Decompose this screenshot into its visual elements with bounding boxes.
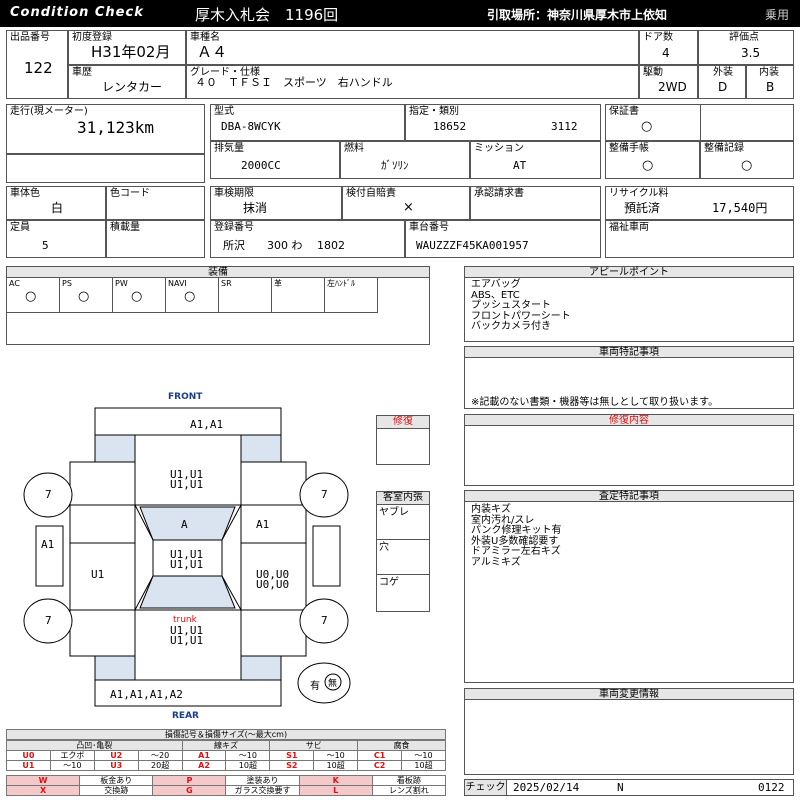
legend-group-scratch: 線キズ xyxy=(181,740,271,751)
legend-key: P xyxy=(152,775,227,786)
legend-group-rust: サビ xyxy=(269,740,359,751)
legend-value: 20超 xyxy=(137,760,183,771)
legend-value: 10超 xyxy=(225,760,271,771)
wheel-front-left: 7 xyxy=(45,488,52,501)
legend-key: C2 xyxy=(357,760,403,771)
wheel-front-right: 7 xyxy=(321,488,328,501)
legend-key: U1 xyxy=(6,760,51,771)
legend-key: S1 xyxy=(269,750,315,761)
roof-damage: U1,U1 U1,U1 xyxy=(170,548,204,571)
legend-value: 〜10 xyxy=(313,750,359,761)
spare-tire-label: 有 xyxy=(310,681,320,692)
legend-key: S2 xyxy=(269,760,315,771)
legend-key: U3 xyxy=(93,760,139,771)
legend-value: 10超 xyxy=(401,760,446,771)
hood-damage: U1,U1 U1,U1 xyxy=(170,468,204,491)
legend-value: 塗装あり xyxy=(225,775,300,786)
legend-key: W xyxy=(5,775,81,786)
legend-value: 〜10 xyxy=(401,750,446,761)
legend-key: C1 xyxy=(357,750,403,761)
left-side-damage: U1 xyxy=(91,568,105,581)
front-bumper-damage: A1,A1 xyxy=(190,418,224,431)
legend-key: X xyxy=(5,785,81,796)
legend-key: U2 xyxy=(93,750,139,761)
wheel-rear-right: 7 xyxy=(321,614,328,627)
spare-tire-mark: 無 xyxy=(328,679,338,689)
legend-value: レンズ割れ xyxy=(371,785,447,796)
legend-group-corrosion: 腐食 xyxy=(357,740,446,751)
legend-value: 交換跡 xyxy=(79,785,154,796)
legend-value: 〜10 xyxy=(225,750,271,761)
legend-value: 板金あり xyxy=(79,775,154,786)
car-diagram xyxy=(23,407,351,707)
legend-key: K xyxy=(298,775,373,786)
legend-value: 〜20 xyxy=(137,750,183,761)
right-side-damage: U0,U0 U0,U0 xyxy=(256,568,290,591)
legend-key: A1 xyxy=(181,750,227,761)
legend-value: 10超 xyxy=(313,760,359,771)
legend-table-2: W 板金あり P 塗装あり K 看板跡 X 交換跡 G ガラス交換要す L レンズ割れ xyxy=(5,775,447,796)
wheel-rear-left: 7 xyxy=(45,614,52,627)
rear-bumper-damage: A1,A1,A1,A2 xyxy=(110,688,183,701)
legend-value: ガラス交換要す xyxy=(225,785,300,796)
legend-title: 損傷記号＆損傷サイズ(〜最大cm) xyxy=(6,729,446,740)
legend-value: 看板跡 xyxy=(371,775,447,786)
legend-key: G xyxy=(152,785,227,796)
legend-key: U0 xyxy=(6,750,51,761)
left-mirror-damage: A1 xyxy=(41,538,55,551)
legend-key: L xyxy=(298,785,373,796)
legend-key: A2 xyxy=(181,760,227,771)
windshield-damage: A xyxy=(181,518,188,531)
legend-value: エクボ xyxy=(49,750,95,761)
legend-group-dent: 凸凹･亀裂 xyxy=(6,740,183,751)
legend-table: 凸凹･亀裂 線キズ サビ 腐食 U0 エクボ U2 〜20 A1 〜10 S1 〜10 C1 〜1… xyxy=(6,740,446,771)
right-front-door-damage: A1 xyxy=(256,518,270,531)
legend-value: 〜10 xyxy=(49,760,95,771)
trunk-damage: U1,U1 U1,U1 xyxy=(170,624,204,647)
